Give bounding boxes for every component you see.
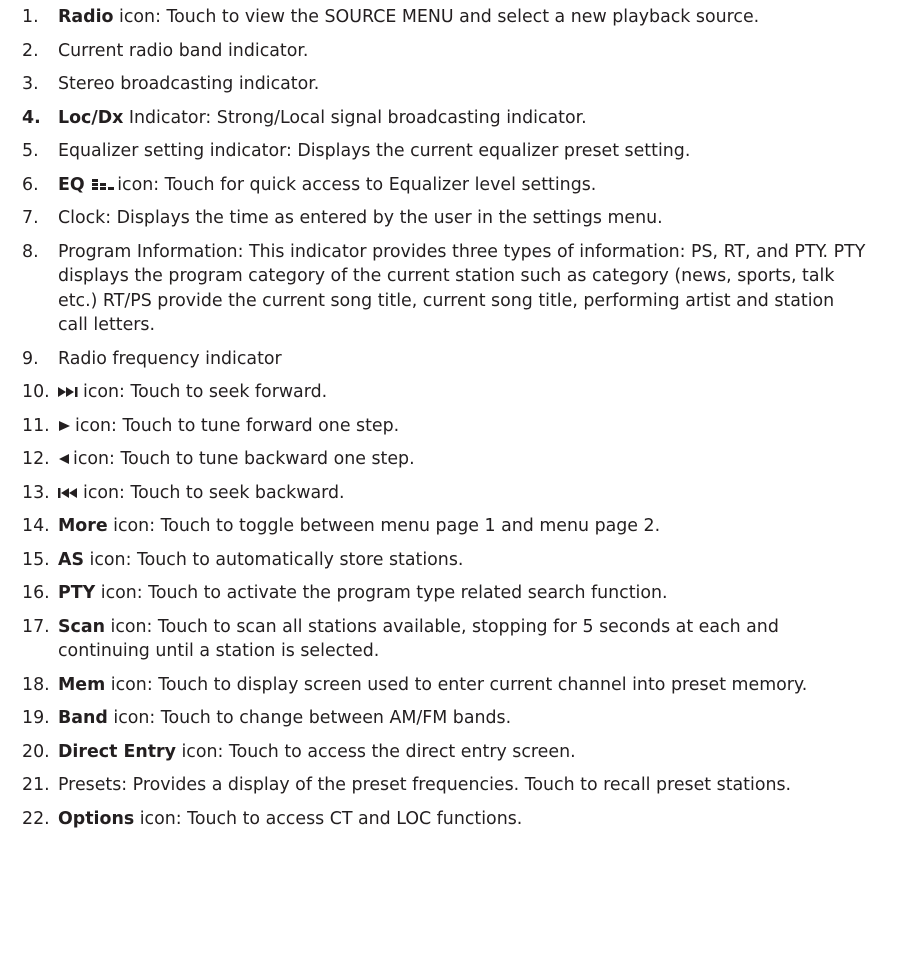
list-item: 5. Equalizer setting indicator: Displays… (22, 139, 867, 164)
document-page: 1. Radio icon: Touch to view the SOURCE … (0, 0, 907, 955)
item-keyword: EQ (58, 174, 85, 195)
item-keyword: Radio (58, 7, 114, 27)
item-text: icon: Touch for quick access to Equalize… (117, 174, 597, 195)
item-text: Current radio band indicator. (58, 40, 309, 61)
item-text: Indicator: Strong/Local signal broadcast… (123, 107, 587, 128)
item-text: icon: Touch to tune backward one step. (73, 449, 415, 469)
item-number: 20. (22, 741, 50, 762)
list-item: 22. Options icon: Touch to access CT and… (22, 807, 867, 832)
item-text: icon: Touch to scan all stations availab… (58, 616, 779, 662)
list-item: 21. Presets: Provides a display of the p… (22, 773, 867, 798)
item-text: icon: Touch to change between AM/FM band… (107, 708, 512, 728)
item-text: icon: Touch to seek forward. (83, 382, 328, 402)
seek-forward-icon (58, 387, 78, 397)
item-number: 22. (22, 808, 50, 829)
item-number: 12. (22, 449, 50, 469)
item-text: Program Information: This indicator prov… (58, 241, 866, 336)
item-number: 2. (22, 40, 39, 61)
item-text: icon: Touch to activate the program type… (95, 583, 668, 603)
item-number: 3. (22, 74, 39, 94)
item-number: 15. (22, 549, 50, 570)
item-number: 11. (22, 415, 50, 436)
item-text: icon: Touch to access CT and LOC functio… (134, 808, 523, 829)
seek-backward-icon (58, 487, 77, 498)
list-item: 1. Radio icon: Touch to view the SOURCE … (22, 5, 867, 30)
item-text: icon: Touch to tune forward one step. (75, 415, 400, 436)
list-item: 4. Loc/Dx Indicator: Strong/Local signal… (22, 106, 867, 131)
item-keyword: Mem (58, 674, 106, 695)
list-item: 20. Direct Entry icon: Touch to access t… (22, 740, 867, 765)
item-text: icon: Touch to access the direct entry s… (175, 741, 576, 762)
item-number: 9. (22, 348, 39, 369)
item-number: 17. (22, 616, 50, 637)
tune-forward-icon (59, 420, 70, 431)
item-number: 13. (22, 482, 50, 503)
item-number: 5. (22, 141, 39, 161)
item-keyword: Options (58, 808, 135, 829)
list-item: 15. AS icon: Touch to automatically stor… (22, 548, 867, 573)
list-item: 7. Clock: Displays the time as entered b… (22, 206, 867, 231)
item-text: Stereo broadcasting indicator. (58, 74, 320, 94)
item-number: 14. (22, 516, 50, 536)
list-item: 16. PTY icon: Touch to activate the prog… (22, 581, 867, 606)
tune-backward-icon (59, 454, 69, 464)
item-text: Equalizer setting indicator: Displays th… (58, 141, 691, 161)
item-number: 4. (22, 107, 41, 128)
item-number: 19. (22, 708, 50, 728)
item-number: 1. (22, 7, 39, 27)
item-keyword: More (58, 516, 108, 536)
list-item: 2. Current radio band indicator. (22, 39, 867, 64)
item-text: Clock: Displays the time as entered by t… (58, 208, 663, 228)
item-text: icon: Touch to automatically store stati… (83, 549, 464, 570)
list-item: 13. icon: Touch to seek backward. (22, 481, 867, 506)
list-item: 8. Program Information: This indicator p… (22, 240, 867, 338)
item-text: icon: Touch to seek backward. (83, 482, 345, 503)
item-text: Presets: Provides a display of the prese… (58, 775, 792, 795)
item-number: 7. (22, 208, 39, 228)
item-text: icon: Touch to toggle between menu page … (107, 516, 661, 536)
list-item: 3. Stereo broadcasting indicator. (22, 72, 867, 97)
list-item: 17. Scan icon: Touch to scan all station… (22, 615, 867, 664)
item-number: 18. (22, 674, 50, 695)
item-text: icon: Touch to display screen used to en… (105, 674, 808, 695)
item-keyword: AS (58, 549, 84, 570)
list-item: 18. Mem icon: Touch to display screen us… (22, 673, 867, 698)
item-number: 16. (22, 583, 50, 603)
item-keyword: Direct Entry (58, 741, 176, 762)
item-keyword: PTY (58, 583, 96, 603)
item-keyword: Band (58, 708, 108, 728)
item-number: 6. (22, 174, 39, 195)
item-number: 21. (22, 775, 50, 795)
item-text: Radio frequency indicator (58, 348, 282, 369)
list-item: 9. Radio frequency indicator (22, 347, 867, 372)
item-number: 10. (22, 382, 50, 402)
list-item: 6. EQ icon: Touch for quick access to Eq… (22, 173, 867, 198)
item-text: icon: Touch to view the SOURCE MENU and … (113, 7, 760, 27)
list-item: 10. icon: Touch to seek forward. (22, 380, 867, 405)
list-item: 11. icon: Touch to tune forward one step… (22, 414, 867, 439)
equalizer-icon (92, 178, 115, 190)
list-item: 19. Band icon: Touch to change between A… (22, 706, 867, 731)
feature-list: 1. Radio icon: Touch to view the SOURCE … (22, 5, 867, 831)
item-keyword: Loc/Dx (58, 107, 124, 128)
list-item: 12. icon: Touch to tune backward one ste… (22, 447, 867, 472)
item-number: 8. (22, 241, 39, 262)
list-item: 14. More icon: Touch to toggle between m… (22, 514, 867, 539)
item-keyword: Scan (58, 616, 105, 637)
